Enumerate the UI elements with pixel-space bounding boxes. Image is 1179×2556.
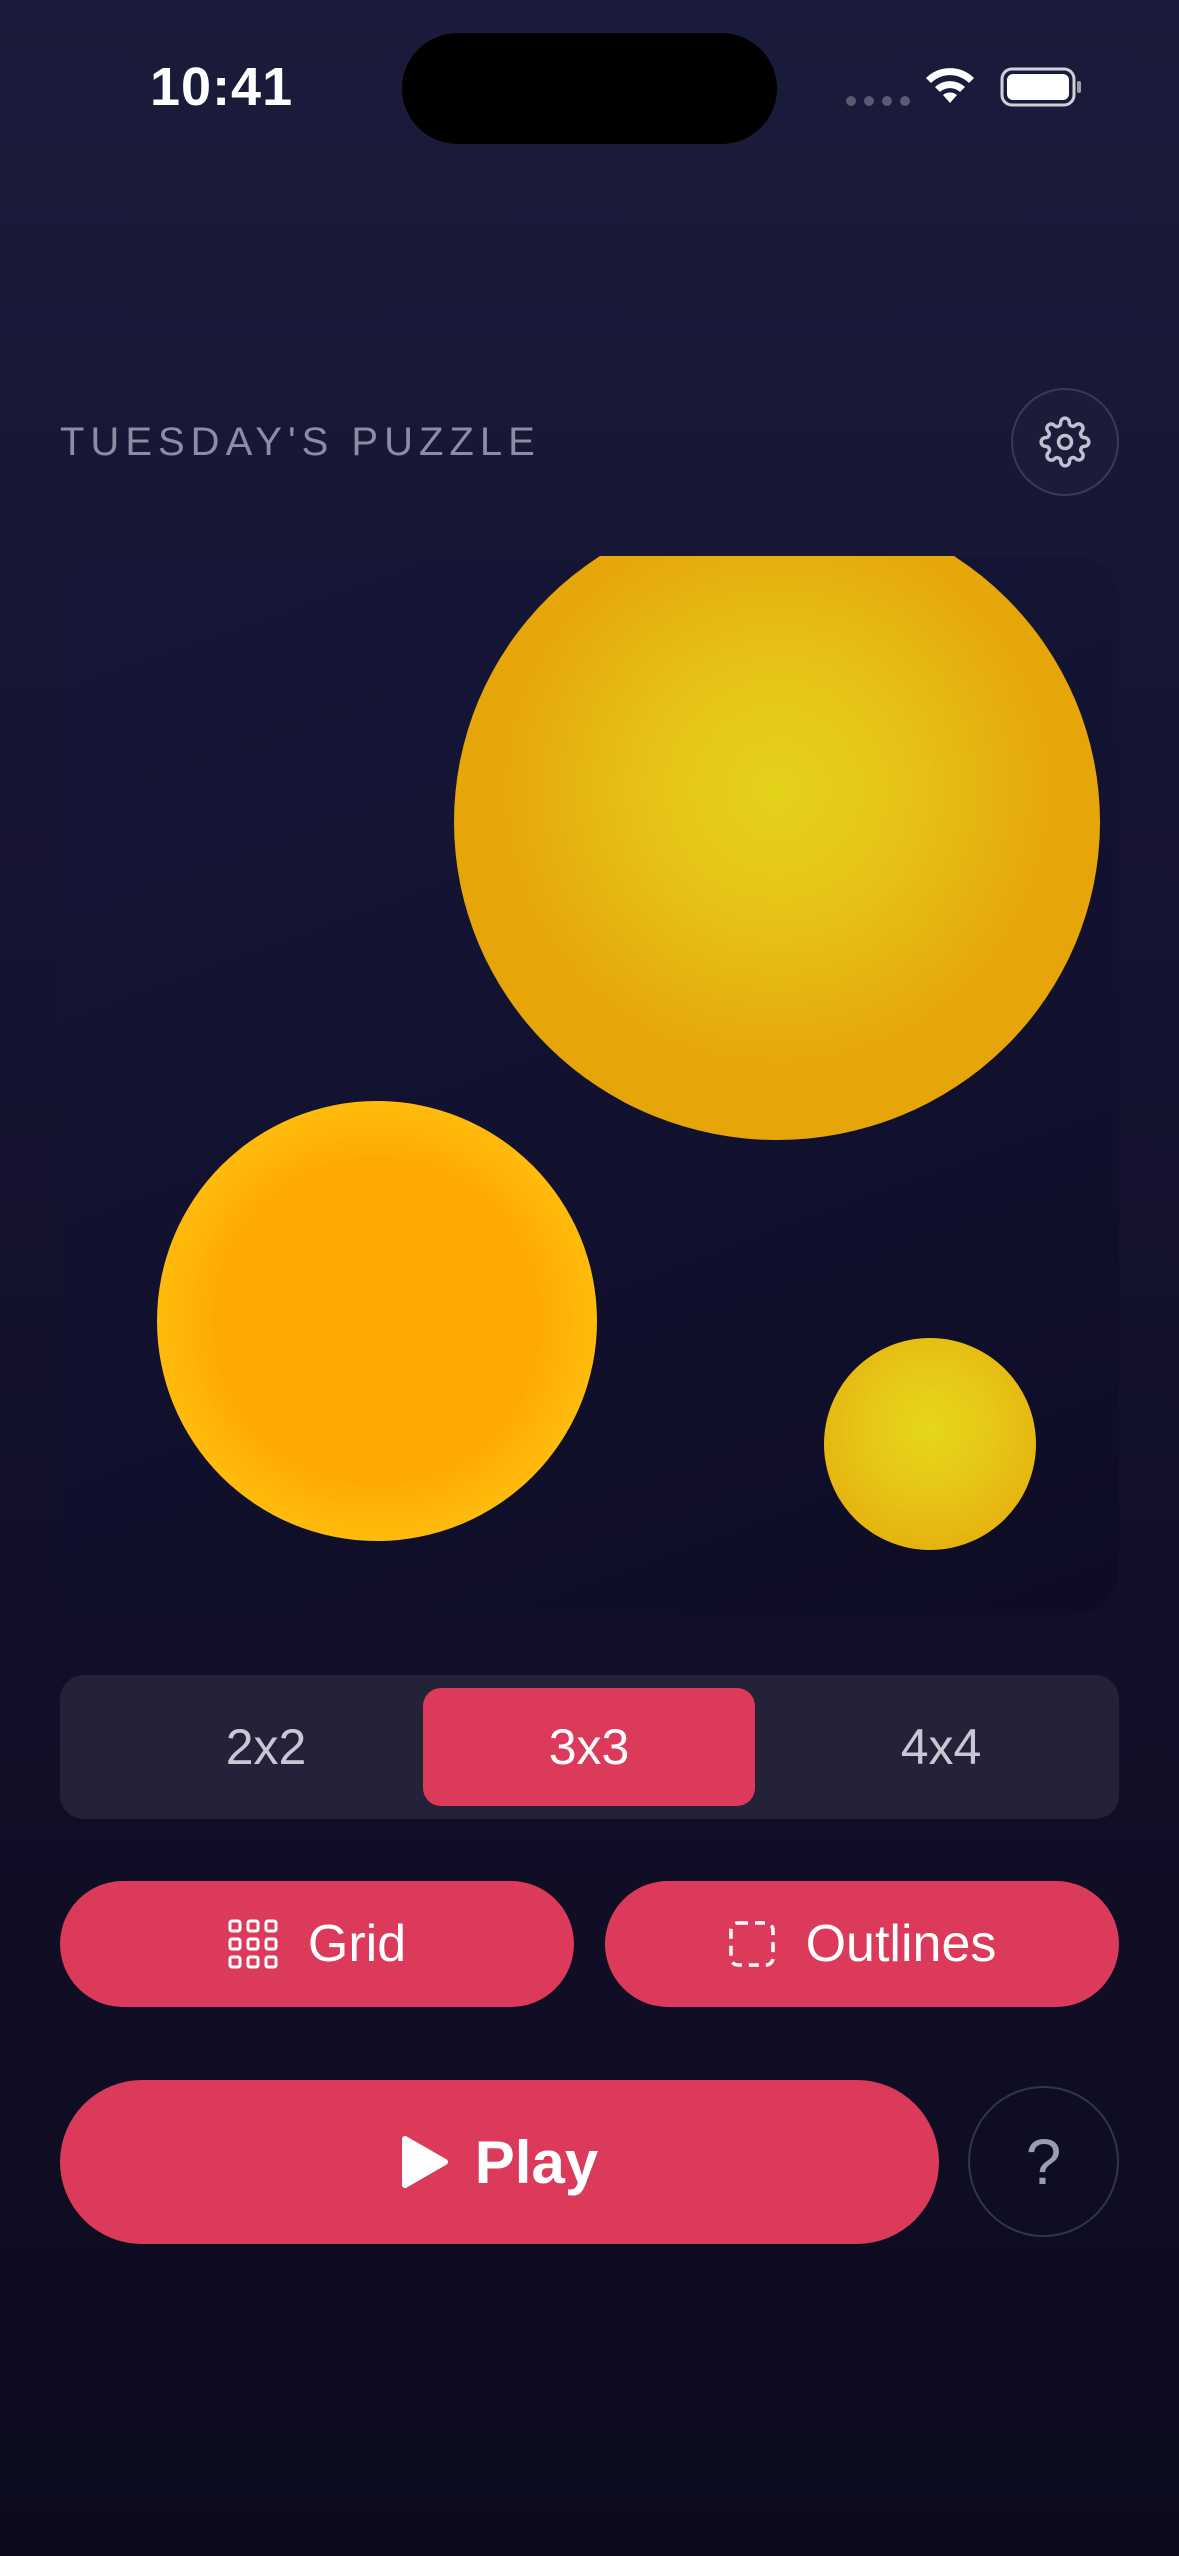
size-option-3x3[interactable]: 3x3 xyxy=(423,1688,755,1806)
help-button[interactable]: ? xyxy=(968,2086,1119,2237)
grid-icon xyxy=(228,1919,278,1969)
play-label: Play xyxy=(474,2128,599,2196)
small-circle xyxy=(824,1338,1036,1550)
status-time: 10:41 xyxy=(150,57,294,117)
play-button[interactable]: Play xyxy=(60,2080,939,2244)
page-title: TUESDAY'S PUZZLE xyxy=(60,420,541,464)
puzzle-image[interactable] xyxy=(60,556,1119,1615)
gear-icon xyxy=(1039,416,1091,468)
grid-toggle-button[interactable]: Grid xyxy=(60,1881,574,2007)
settings-button[interactable] xyxy=(1011,388,1119,496)
dashed-square-icon xyxy=(728,1921,775,1967)
medium-circle xyxy=(157,1101,597,1541)
size-option-4x4[interactable]: 4x4 xyxy=(775,1688,1107,1806)
cellular-signal-icon xyxy=(846,96,910,106)
outlines-toggle-button[interactable]: Outlines xyxy=(605,1881,1119,2007)
play-icon xyxy=(401,2136,448,2188)
battery-icon xyxy=(1000,67,1081,107)
wifi-icon xyxy=(926,68,974,103)
grid-size-selector: 2x2 3x3 4x4 xyxy=(60,1675,1119,1819)
large-circle xyxy=(454,556,1100,1140)
dynamic-island xyxy=(402,33,777,144)
help-label: ? xyxy=(1025,2125,1062,2198)
size-option-2x2[interactable]: 2x2 xyxy=(100,1688,432,1806)
outlines-toggle-label: Outlines xyxy=(805,1915,997,1973)
grid-toggle-label: Grid xyxy=(307,1915,407,1973)
